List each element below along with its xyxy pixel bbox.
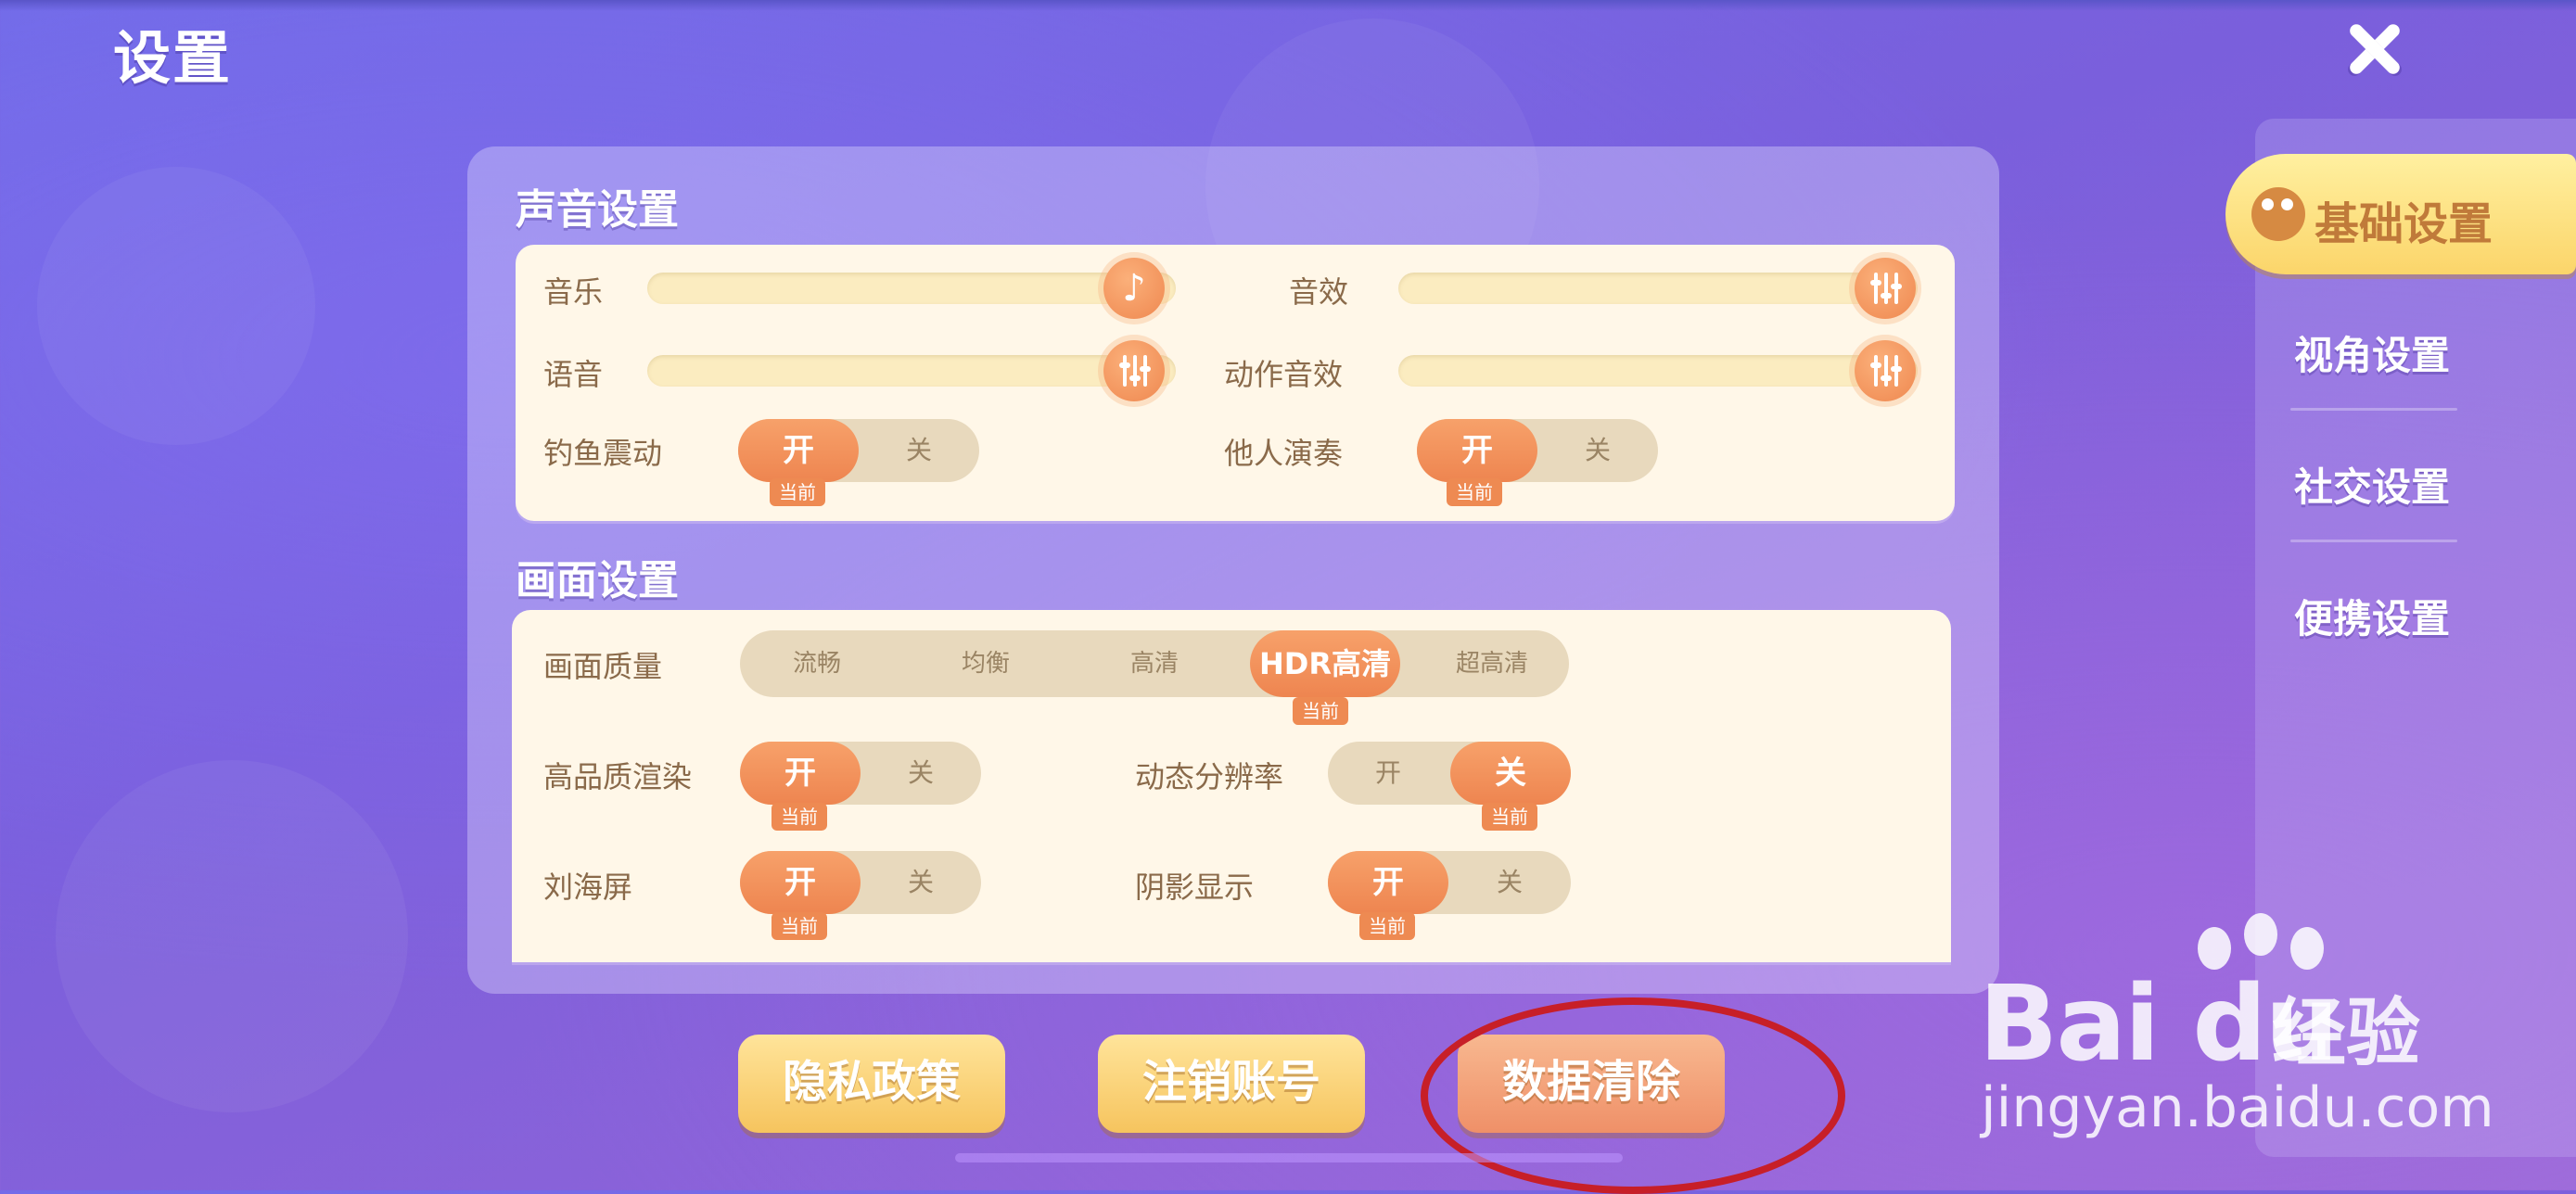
- toggle-off[interactable]: 关: [1448, 851, 1571, 914]
- toggle-on[interactable]: 开: [740, 742, 861, 805]
- paw-icon: [2251, 187, 2305, 241]
- hq-render-label: 高品质渲染: [543, 759, 693, 794]
- watermark-text: 经验: [2272, 990, 2420, 1076]
- sfx-label: 音效: [1289, 274, 1349, 310]
- action-sfx-slider-knob[interactable]: [1855, 340, 1916, 401]
- fishing-vibration-label: 钓鱼震动: [543, 436, 663, 471]
- sidebar-item-social[interactable]: 社交设置: [2294, 456, 2517, 513]
- music-note-icon: ♪: [1122, 267, 1146, 310]
- equalizer-icon: [1870, 355, 1902, 387]
- action-sfx-slider-track[interactable]: [1398, 355, 1918, 387]
- notch-label: 刘海屏: [543, 870, 633, 905]
- privacy-policy-button[interactable]: 隐私政策: [738, 1035, 1005, 1133]
- equalizer-icon: [1870, 273, 1902, 304]
- music-slider-track[interactable]: [647, 273, 1176, 304]
- quality-option[interactable]: 超高清: [1415, 630, 1569, 697]
- toggle-on[interactable]: 开: [1417, 419, 1537, 482]
- close-icon[interactable]: [2344, 19, 2404, 78]
- others-play-toggle[interactable]: 开 关: [1417, 419, 1658, 482]
- background-decoration: [56, 760, 408, 1112]
- quality-selector[interactable]: 流畅 均衡 高清 HDR高清 超高清: [740, 630, 1569, 697]
- annotation-circle: [1421, 997, 1845, 1194]
- equalizer-icon: [1119, 355, 1151, 387]
- toggle-off[interactable]: 关: [859, 419, 979, 482]
- graphics-card: 画面质量 流畅 均衡 高清 HDR高清 超高清 当前 高品质渲染 开 关 当前 …: [512, 610, 1951, 962]
- action-sfx-label: 动作音效: [1224, 357, 1344, 392]
- home-indicator: [955, 1153, 1623, 1162]
- sfx-slider-knob[interactable]: [1855, 258, 1916, 319]
- sidebar-item-camera[interactable]: 视角设置: [2294, 324, 2517, 381]
- hq-render-toggle[interactable]: 开 关: [740, 742, 981, 805]
- current-badge: 当前: [1447, 478, 1502, 506]
- logout-account-button[interactable]: 注销账号: [1098, 1035, 1365, 1133]
- toggle-off[interactable]: 关: [861, 742, 981, 805]
- current-badge: 当前: [770, 478, 825, 506]
- toggle-on[interactable]: 开: [738, 419, 859, 482]
- voice-slider-knob[interactable]: [1103, 340, 1165, 401]
- quality-label: 画面质量: [543, 649, 663, 684]
- voice-label: 语音: [543, 357, 604, 392]
- sidebar-item-basic[interactable]: 基础设置: [2225, 154, 2576, 274]
- toggle-on[interactable]: 开: [1328, 742, 1448, 805]
- toggle-on[interactable]: 开: [740, 851, 861, 914]
- fishing-vibration-toggle[interactable]: 开 关: [738, 419, 979, 482]
- others-play-label: 他人演奏: [1224, 436, 1344, 471]
- watermark-paw-icon: [2244, 913, 2277, 956]
- sidebar-item-label: 基础设置: [2315, 198, 2493, 250]
- dynamic-res-toggle[interactable]: 开 关: [1328, 742, 1571, 805]
- toggle-off[interactable]: 关: [1450, 742, 1571, 805]
- notch-toggle[interactable]: 开 关: [740, 851, 981, 914]
- watermark-url: jingyan.baidu.com: [1981, 1075, 2494, 1140]
- graphics-section-title: 画面设置: [516, 557, 679, 604]
- current-badge: 当前: [1293, 697, 1348, 725]
- page-title: 设置: [113, 24, 233, 92]
- divider: [2290, 408, 2457, 411]
- sidebar-item-portable[interactable]: 便携设置: [2294, 588, 2517, 644]
- divider: [2290, 540, 2457, 542]
- current-badge: 当前: [1359, 912, 1415, 940]
- quality-option-selected[interactable]: HDR高清: [1250, 630, 1400, 697]
- quality-option[interactable]: 均衡: [909, 630, 1063, 697]
- voice-slider-track[interactable]: [647, 355, 1176, 387]
- shadow-toggle[interactable]: 开 关: [1328, 851, 1571, 914]
- current-badge: 当前: [772, 803, 827, 831]
- music-slider-knob[interactable]: ♪: [1103, 258, 1165, 319]
- sound-section-title: 声音设置: [516, 186, 679, 234]
- current-badge: 当前: [1482, 803, 1537, 831]
- shadow-label: 阴影显示: [1135, 870, 1255, 905]
- music-label: 音乐: [543, 274, 604, 310]
- quality-option[interactable]: 高清: [1078, 630, 1231, 697]
- dynamic-res-label: 动态分辨率: [1135, 759, 1284, 794]
- background-decoration: [37, 167, 315, 445]
- current-badge: 当前: [772, 912, 827, 940]
- toggle-on[interactable]: 开: [1328, 851, 1448, 914]
- top-edge: [0, 0, 2576, 11]
- toggle-off[interactable]: 关: [861, 851, 981, 914]
- sound-card: 音乐 ♪ 音效 语音 动作音效 钓鱼震动 开 关 当前 他人演奏 开 关 当前: [516, 245, 1955, 521]
- sfx-slider-track[interactable]: [1398, 273, 1918, 304]
- quality-option[interactable]: 流畅: [740, 630, 894, 697]
- toggle-off[interactable]: 关: [1537, 419, 1658, 482]
